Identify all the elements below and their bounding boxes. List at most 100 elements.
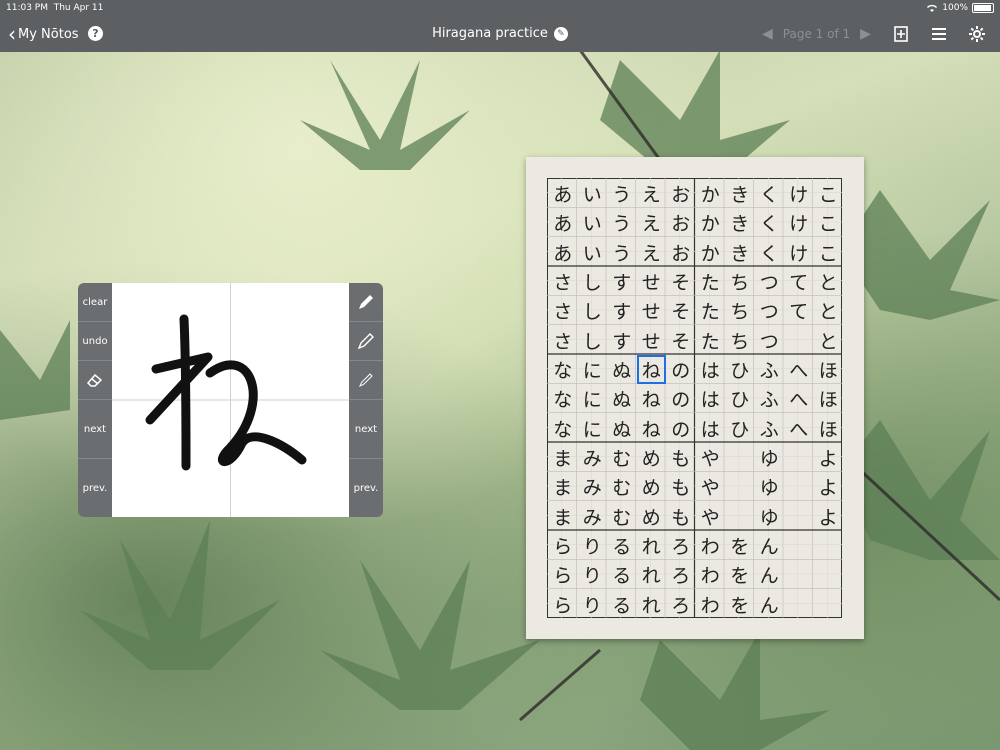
grid-cell[interactable]: お xyxy=(666,238,696,267)
next-page-icon[interactable]: ▶ xyxy=(860,26,871,42)
grid-cell[interactable]: は xyxy=(696,414,726,443)
grid-cell[interactable]: も xyxy=(666,502,696,531)
right-prev-button[interactable]: prev. xyxy=(349,459,383,517)
grid-cell[interactable]: ぬ xyxy=(607,384,637,413)
grid-cell[interactable]: は xyxy=(696,384,726,413)
grid-cell[interactable]: わ xyxy=(696,590,726,619)
grid-cell[interactable]: ね xyxy=(637,384,667,413)
add-page-icon[interactable] xyxy=(890,23,912,45)
grid-cell[interactable] xyxy=(784,472,814,501)
back-button[interactable]: ‹ My Nōtos xyxy=(8,16,79,52)
list-icon[interactable] xyxy=(928,23,950,45)
right-next-button[interactable]: next xyxy=(349,400,383,459)
grid-cell[interactable]: ち xyxy=(725,296,755,325)
grid-cell[interactable]: ま xyxy=(548,472,578,501)
grid-cell[interactable]: た xyxy=(696,326,726,355)
grid-cell[interactable]: や xyxy=(696,472,726,501)
grid-cell[interactable]: に xyxy=(578,384,608,413)
grid-cell[interactable]: つ xyxy=(755,296,785,325)
grid-cell[interactable]: ふ xyxy=(755,355,785,384)
clear-button[interactable]: clear xyxy=(78,283,112,322)
grid-cell[interactable]: み xyxy=(578,472,608,501)
grid-cell[interactable] xyxy=(784,326,814,355)
grid-cell[interactable]: た xyxy=(696,296,726,325)
undo-button[interactable]: undo xyxy=(78,322,112,361)
grid-cell[interactable]: ぬ xyxy=(607,414,637,443)
grid-cell[interactable]: す xyxy=(607,326,637,355)
grid-cell[interactable]: へ xyxy=(784,384,814,413)
grid-cell[interactable]: む xyxy=(607,443,637,472)
left-prev-button[interactable]: prev. xyxy=(78,459,112,517)
grid-cell[interactable]: ち xyxy=(725,326,755,355)
grid-cell[interactable]: を xyxy=(725,590,755,619)
grid-cell[interactable]: に xyxy=(578,355,608,384)
grid-cell[interactable]: つ xyxy=(755,326,785,355)
grid-cell[interactable]: あ xyxy=(548,238,578,267)
grid-cell[interactable]: や xyxy=(696,502,726,531)
grid-cell[interactable]: や xyxy=(696,443,726,472)
grid-cell[interactable]: し xyxy=(578,326,608,355)
grid-cell[interactable] xyxy=(725,472,755,501)
grid-cell[interactable]: め xyxy=(637,502,667,531)
grid-cell[interactable]: む xyxy=(607,502,637,531)
grid-cell[interactable]: そ xyxy=(666,326,696,355)
grid-cell[interactable] xyxy=(784,502,814,531)
grid-cell[interactable]: も xyxy=(666,472,696,501)
grid-cell[interactable]: ん xyxy=(755,560,785,589)
grid-cell[interactable]: く xyxy=(755,208,785,237)
grid-cell[interactable]: な xyxy=(548,355,578,384)
grid-cell[interactable]: も xyxy=(666,443,696,472)
gear-icon[interactable] xyxy=(966,23,988,45)
grid-cell[interactable]: り xyxy=(578,560,608,589)
grid-cell[interactable]: に xyxy=(578,414,608,443)
grid-cell[interactable] xyxy=(784,560,814,589)
grid-cell[interactable]: ほ xyxy=(814,355,844,384)
grid-cell[interactable]: せ xyxy=(637,326,667,355)
grid-cell[interactable]: し xyxy=(578,267,608,296)
grid-cell[interactable]: け xyxy=(784,208,814,237)
grid-cell[interactable]: き xyxy=(725,179,755,208)
grid-cell[interactable]: ね xyxy=(637,414,667,443)
grid-cell[interactable]: る xyxy=(607,590,637,619)
pen-tool-button[interactable] xyxy=(349,283,383,322)
grid-cell[interactable]: あ xyxy=(548,208,578,237)
grid-cell[interactable]: す xyxy=(607,267,637,296)
grid-cell[interactable]: め xyxy=(637,443,667,472)
grid-cell[interactable]: れ xyxy=(637,590,667,619)
grid-cell[interactable]: こ xyxy=(814,208,844,237)
grid-cell[interactable]: い xyxy=(578,179,608,208)
grid-cell[interactable] xyxy=(784,531,814,560)
grid-cell[interactable]: ゆ xyxy=(755,502,785,531)
grid-cell[interactable]: ひ xyxy=(725,384,755,413)
grid-cell[interactable]: と xyxy=(814,326,844,355)
grid-cell[interactable]: と xyxy=(814,296,844,325)
thin-pencil-tool-button[interactable] xyxy=(349,361,383,400)
help-icon[interactable]: ? xyxy=(88,26,103,41)
grid-cell[interactable]: り xyxy=(578,590,608,619)
grid-cell[interactable]: ら xyxy=(548,531,578,560)
grid-cell[interactable]: れ xyxy=(637,531,667,560)
grid-cell[interactable]: て xyxy=(784,267,814,296)
grid-cell[interactable]: う xyxy=(607,179,637,208)
grid-cell[interactable] xyxy=(784,590,814,619)
grid-cell[interactable]: へ xyxy=(784,414,814,443)
grid-cell[interactable]: ほ xyxy=(814,414,844,443)
grid-cell[interactable]: ま xyxy=(548,502,578,531)
grid-cell[interactable]: え xyxy=(637,238,667,267)
grid-cell[interactable]: い xyxy=(578,208,608,237)
grid-cell[interactable]: よ xyxy=(814,502,844,531)
grid-cell[interactable]: く xyxy=(755,179,785,208)
grid-cell[interactable]: よ xyxy=(814,443,844,472)
grid-cell[interactable]: き xyxy=(725,238,755,267)
grid-cell[interactable]: り xyxy=(578,531,608,560)
grid-cell[interactable]: れ xyxy=(637,560,667,589)
grid-cell[interactable]: え xyxy=(637,179,667,208)
grid-cell[interactable] xyxy=(814,590,844,619)
grid-cell[interactable]: の xyxy=(666,384,696,413)
grid-cell-selected[interactable]: ね xyxy=(636,355,666,385)
grid-cell[interactable]: わ xyxy=(696,560,726,589)
grid-cell[interactable]: る xyxy=(607,531,637,560)
grid-cell[interactable]: あ xyxy=(548,179,578,208)
grid-cell[interactable]: さ xyxy=(548,296,578,325)
grid-cell[interactable]: へ xyxy=(784,355,814,384)
